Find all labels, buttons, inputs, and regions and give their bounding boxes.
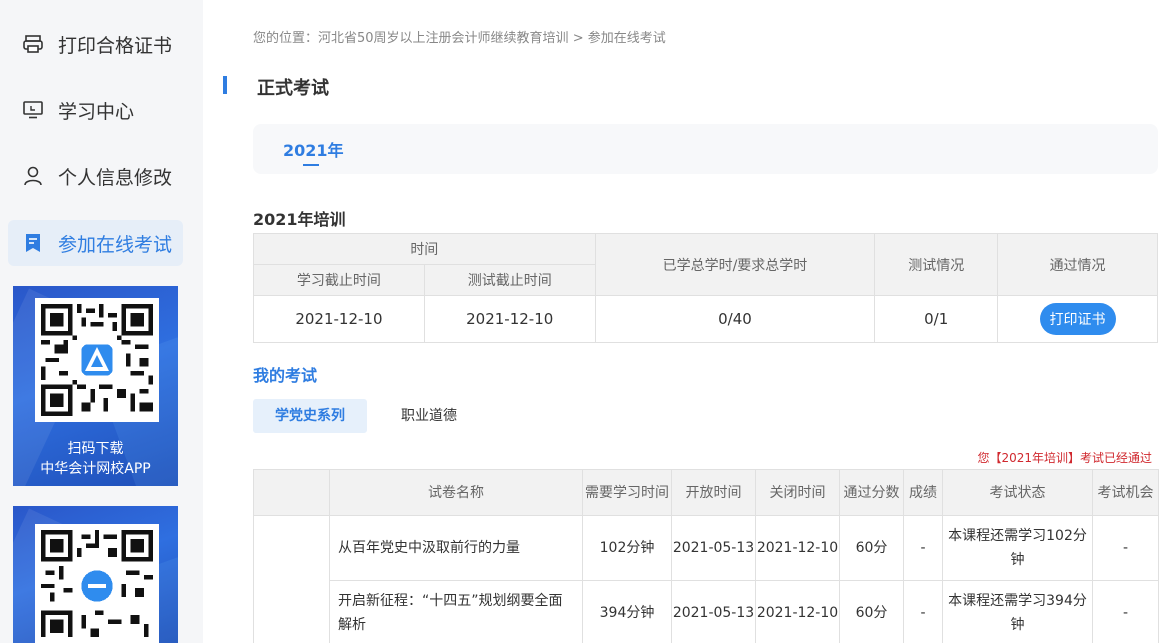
sidebar-item-online-exam[interactable]: 参加在线考试 <box>8 220 183 266</box>
hours-cell: 0/40 <box>595 296 875 343</box>
tab-professional-ethics[interactable]: 职业道德 <box>379 399 479 433</box>
header-blank <box>254 470 330 516</box>
pass-notice: 您【2021年培训】考试已经通过 <box>977 449 1152 466</box>
study-time-cell: 102分钟 <box>583 516 672 581</box>
app-download-banner[interactable] <box>13 506 178 643</box>
header-test-deadline: 测试截止时间 <box>424 265 595 296</box>
tab-underline <box>303 164 319 166</box>
header-pass-score: 通过分数 <box>840 470 904 516</box>
header-pass-status: 通过情况 <box>998 234 1158 296</box>
breadcrumb-link[interactable]: 河北省50周岁以上注册会计师继续教育培训 <box>318 31 569 46</box>
app-download-banner[interactable]: 扫码下载 中华会计网校APP <box>13 286 178 486</box>
breadcrumb-separator: > <box>569 31 588 46</box>
sidebar-item-study-center[interactable]: 学习中心 <box>8 87 183 133</box>
my-exam-title: 我的考试 <box>253 362 317 386</box>
table-row: 从百年党史中汲取前行的力量 102分钟 2021-05-13 2021-12-1… <box>254 516 1159 581</box>
exam-status-cell: 本课程还需学习394分钟 <box>943 581 1093 643</box>
exam-table: 试卷名称 需要学习时间 开放时间 关闭时间 通过分数 成绩 考试状态 考试机会 … <box>253 469 1159 643</box>
monitor-icon <box>22 99 44 121</box>
sidebar: 打印合格证书 学习中心 个人信息修改 参加在线考试 <box>0 0 203 643</box>
sidebar-item-print-certificate[interactable]: 打印合格证书 <box>8 21 183 67</box>
header-close-time: 关闭时间 <box>756 470 840 516</box>
score-cell: - <box>904 581 943 643</box>
paper-name-cell: 从百年党史中汲取前行的力量 <box>330 516 583 581</box>
training-title: 2021年培训 <box>253 206 346 230</box>
qr-code-icon <box>35 298 159 422</box>
page-title: 正式考试 <box>257 74 329 100</box>
sidebar-item-profile-edit[interactable]: 个人信息修改 <box>8 153 183 199</box>
header-time: 时间 <box>254 234 596 265</box>
open-time-cell: 2021-05-13 <box>672 581 756 643</box>
open-time-cell: 2021-05-13 <box>672 516 756 581</box>
header-study-time: 需要学习时间 <box>583 470 672 516</box>
header-exam-chance: 考试机会 <box>1093 470 1159 516</box>
exam-chance-cell: - <box>1093 516 1159 581</box>
promo-text: 扫码下载 <box>13 438 178 458</box>
sidebar-item-label: 个人信息修改 <box>58 163 172 190</box>
exam-status-cell: 本课程还需学习102分钟 <box>943 516 1093 581</box>
header-paper-name: 试卷名称 <box>330 470 583 516</box>
row-group-cell <box>254 516 330 643</box>
pass-score-cell: 60分 <box>840 516 904 581</box>
title-accent-bar <box>223 76 227 94</box>
year-tab-bar: 2021年 <box>253 124 1158 174</box>
printer-icon <box>22 33 44 55</box>
tab-2021[interactable]: 2021年 <box>283 137 344 161</box>
sidebar-item-label: 学习中心 <box>58 97 134 124</box>
score-cell: - <box>904 516 943 581</box>
study-deadline-cell: 2021-12-10 <box>254 296 425 343</box>
header-test-status: 测试情况 <box>875 234 998 296</box>
print-certificate-button[interactable]: 打印证书 <box>1040 303 1116 335</box>
breadcrumb-current: 参加在线考试 <box>588 31 666 46</box>
paper-name-cell: 开启新征程：“十四五”规划纲要全面解析 <box>330 581 583 643</box>
user-icon <box>22 165 44 187</box>
training-table: 时间 已学总学时/要求总学时 测试情况 通过情况 学习截止时间 测试截止时间 2… <box>253 233 1158 343</box>
sidebar-item-label: 参加在线考试 <box>58 230 172 257</box>
sidebar-item-label: 打印合格证书 <box>58 31 172 58</box>
close-time-cell: 2021-12-10 <box>756 516 840 581</box>
tab-party-history[interactable]: 学党史系列 <box>253 399 367 433</box>
promo-text: 中华会计网校APP <box>13 458 178 478</box>
exam-icon <box>22 232 44 254</box>
test-deadline-cell: 2021-12-10 <box>424 296 595 343</box>
header-open-time: 开放时间 <box>672 470 756 516</box>
qr-code-icon <box>35 524 159 643</box>
pass-cell: 打印证书 <box>998 296 1158 343</box>
table-row: 开启新征程：“十四五”规划纲要全面解析 394分钟 2021-05-13 202… <box>254 581 1159 643</box>
exam-chance-cell: - <box>1093 581 1159 643</box>
close-time-cell: 2021-12-10 <box>756 581 840 643</box>
breadcrumb: 您的位置：河北省50周岁以上注册会计师继续教育培训 > 参加在线考试 <box>253 27 666 46</box>
study-time-cell: 394分钟 <box>583 581 672 643</box>
header-hours: 已学总学时/要求总学时 <box>595 234 875 296</box>
header-score: 成绩 <box>904 470 943 516</box>
header-exam-status: 考试状态 <box>943 470 1093 516</box>
test-cell: 0/1 <box>875 296 998 343</box>
pass-score-cell: 60分 <box>840 581 904 643</box>
breadcrumb-prefix: 您的位置： <box>253 31 318 46</box>
header-study-deadline: 学习截止时间 <box>254 265 425 296</box>
